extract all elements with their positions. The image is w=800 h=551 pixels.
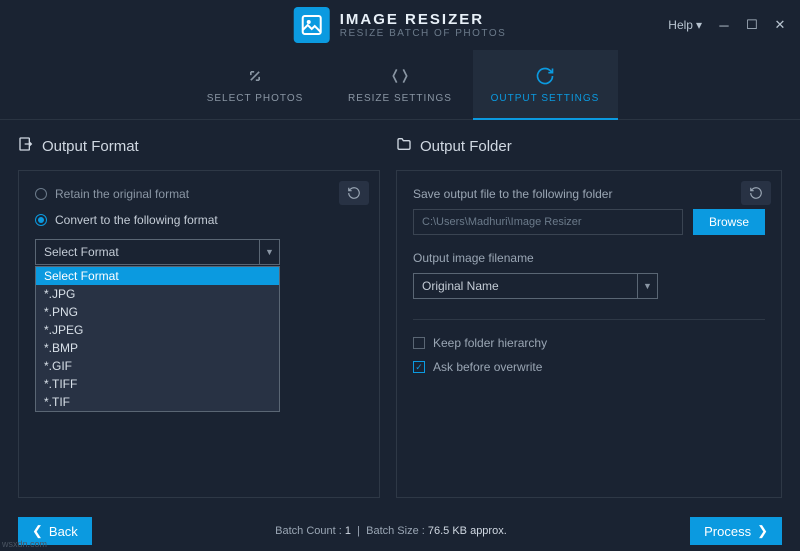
browse-button[interactable]: Browse bbox=[693, 209, 765, 235]
keep-hierarchy-checkbox[interactable]: Keep folder hierarchy bbox=[413, 336, 765, 350]
batch-count-label: Batch Count : bbox=[275, 525, 342, 537]
format-option[interactable]: *.GIF bbox=[36, 357, 279, 375]
app-subtitle: RESIZE BATCH OF PHOTOS bbox=[340, 28, 507, 39]
filename-select[interactable]: Original Name ▼ bbox=[413, 273, 658, 299]
step-tabs: SELECT PHOTOS RESIZE SETTINGS OUTPUT SET… bbox=[0, 50, 800, 120]
format-option[interactable]: *.TIFF bbox=[36, 375, 279, 393]
format-select[interactable]: Select Format ▼ Select Format *.JPG *.PN… bbox=[35, 239, 280, 265]
tab-label: SELECT PHOTOS bbox=[207, 93, 304, 104]
checkbox-icon: ✓ bbox=[413, 361, 425, 373]
checkbox-label: Keep folder hierarchy bbox=[433, 336, 547, 350]
tab-label: OUTPUT SETTINGS bbox=[491, 93, 600, 104]
radio-convert-format[interactable]: Convert to the following format bbox=[35, 213, 363, 227]
radio-retain-format[interactable]: Retain the original format bbox=[35, 187, 363, 201]
titlebar-brand: IMAGE RESIZER RESIZE BATCH OF PHOTOS bbox=[294, 7, 507, 43]
chevron-right-icon: ❯ bbox=[757, 523, 768, 539]
panel-title: Output Folder bbox=[420, 138, 512, 155]
close-button[interactable]: ✕ bbox=[768, 15, 792, 35]
app-title: IMAGE RESIZER bbox=[340, 11, 507, 28]
panel-title: Output Format bbox=[42, 138, 139, 155]
button-label: Process bbox=[704, 524, 751, 539]
select-value: Original Name bbox=[414, 279, 637, 293]
reset-format-button[interactable] bbox=[339, 181, 369, 205]
batch-size-label: Batch Size : bbox=[366, 525, 425, 537]
format-option[interactable]: *.BMP bbox=[36, 339, 279, 357]
batch-status: Batch Count : 1 | Batch Size : 76.5 KB a… bbox=[92, 525, 690, 537]
watermark: wsxdn.com bbox=[2, 539, 47, 549]
radio-label: Retain the original format bbox=[55, 187, 189, 201]
titlebar: IMAGE RESIZER RESIZE BATCH OF PHOTOS Hel… bbox=[0, 0, 800, 50]
format-option[interactable]: *.JPEG bbox=[36, 321, 279, 339]
output-path-input[interactable]: C:\Users\Madhuri\Image Resizer bbox=[413, 209, 683, 235]
checkbox-icon bbox=[413, 337, 425, 349]
undo-icon bbox=[347, 186, 361, 200]
radio-icon bbox=[35, 188, 47, 200]
undo-icon bbox=[749, 186, 763, 200]
format-option[interactable]: *.TIF bbox=[36, 393, 279, 411]
radio-icon bbox=[35, 214, 47, 226]
chevron-left-icon: ❮ bbox=[32, 523, 43, 539]
gear-refresh-icon bbox=[534, 65, 556, 87]
batch-count-value: 1 bbox=[345, 525, 351, 537]
footer: ❮ Back Batch Count : 1 | Batch Size : 76… bbox=[0, 511, 800, 551]
output-format-panel: Output Format Retain the original format… bbox=[18, 136, 380, 498]
minimize-button[interactable]: ─ bbox=[712, 15, 736, 35]
tab-output-settings[interactable]: OUTPUT SETTINGS bbox=[473, 50, 618, 119]
maximize-button[interactable]: ☐ bbox=[740, 15, 764, 35]
app-logo-icon bbox=[294, 7, 330, 43]
format-option[interactable]: Select Format bbox=[36, 267, 279, 285]
ask-overwrite-checkbox[interactable]: ✓ Ask before overwrite bbox=[413, 360, 765, 374]
resize-icon bbox=[389, 65, 411, 87]
checkbox-label: Ask before overwrite bbox=[433, 360, 542, 374]
select-value: Select Format bbox=[36, 245, 259, 259]
format-option[interactable]: *.JPG bbox=[36, 285, 279, 303]
path-value: C:\Users\Madhuri\Image Resizer bbox=[422, 216, 582, 228]
output-folder-panel: Output Folder Save output file to the fo… bbox=[396, 136, 782, 498]
chevron-down-icon: ▾ bbox=[696, 18, 702, 32]
reset-folder-button[interactable] bbox=[741, 181, 771, 205]
button-label: Back bbox=[49, 524, 78, 539]
tab-label: RESIZE SETTINGS bbox=[348, 93, 452, 104]
main-content: Output Format Retain the original format… bbox=[0, 120, 800, 510]
radio-label: Convert to the following format bbox=[55, 213, 218, 227]
process-button[interactable]: Process ❯ bbox=[690, 517, 782, 545]
tab-resize-settings[interactable]: RESIZE SETTINGS bbox=[328, 50, 473, 119]
filename-label: Output image filename bbox=[413, 251, 765, 265]
chevron-down-icon: ▼ bbox=[637, 274, 657, 298]
expand-arrows-icon bbox=[244, 65, 266, 87]
export-icon bbox=[18, 136, 34, 156]
help-menu[interactable]: Help ▾ bbox=[662, 14, 708, 36]
help-label: Help bbox=[668, 18, 693, 32]
format-dropdown: Select Format *.JPG *.PNG *.JPEG *.BMP *… bbox=[35, 266, 280, 412]
folder-icon bbox=[396, 136, 412, 156]
chevron-down-icon: ▼ bbox=[259, 240, 279, 264]
save-folder-label: Save output file to the following folder bbox=[413, 187, 765, 201]
format-option[interactable]: *.PNG bbox=[36, 303, 279, 321]
batch-size-value: 76.5 KB approx. bbox=[428, 525, 507, 537]
tab-select-photos[interactable]: SELECT PHOTOS bbox=[183, 50, 328, 119]
divider bbox=[413, 319, 765, 320]
